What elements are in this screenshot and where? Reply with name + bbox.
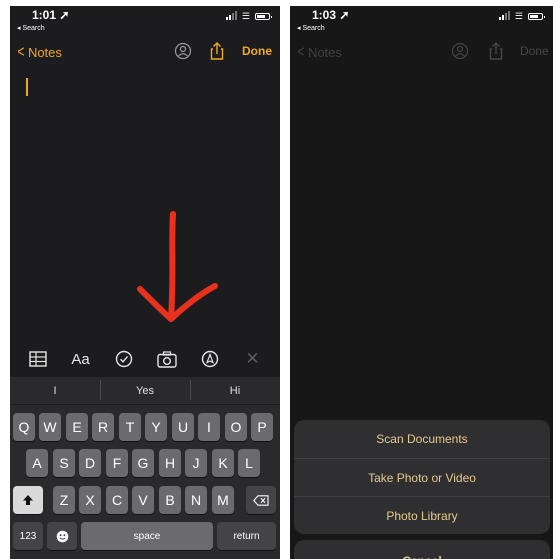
wifi-icon: ☰ [241,11,250,21]
done-button[interactable]: Done [242,44,272,58]
numbers-key[interactable]: 123 [13,522,43,550]
key-w[interactable]: W [39,413,61,441]
suggestion-item[interactable]: I [10,385,100,397]
battery-icon [528,12,545,20]
predictive-bar: I Yes Hi [10,377,280,405]
chevron-left-icon: < [297,42,305,61]
key-s[interactable]: S [53,449,75,477]
battery-icon [255,12,272,20]
key-a[interactable]: A [26,449,48,477]
share-icon[interactable] [486,41,506,61]
location-arrow-icon: ➚ [339,8,350,22]
attachment-menu-screen: 1:03 ➚ ◂ Search ☰ < Notes Done Scan Docu… [290,6,553,559]
emoji-icon [56,530,68,542]
back-to-notes-button[interactable]: < Notes [16,42,62,62]
key-j[interactable]: J [185,449,207,477]
camera-icon[interactable] [155,347,179,371]
checklist-icon[interactable] [112,347,136,371]
emoji-key[interactable] [47,522,77,550]
keyboard: I Yes Hi Q W E R T Y U I O P A S D F G H… [10,377,280,559]
take-photo-or-video-option[interactable]: Take Photo or Video [294,458,550,496]
key-e[interactable]: E [66,413,88,441]
navigation-bar: < Notes Done [290,38,553,68]
key-g[interactable]: G [132,449,154,477]
space-bar[interactable]: space [81,522,213,550]
back-to-app-link[interactable]: ◂ Search [297,24,325,32]
key-k[interactable]: K [212,449,234,477]
signal-icon [225,11,237,20]
add-people-icon[interactable] [450,41,470,61]
key-m[interactable]: M [212,486,234,514]
key-b[interactable]: B [159,486,181,514]
back-button-label: Notes [27,44,62,60]
close-icon[interactable]: ✕ [241,347,265,371]
photo-library-option[interactable]: Photo Library [294,496,550,534]
suggestion-item[interactable]: Yes [100,379,190,400]
key-d[interactable]: D [79,449,101,477]
key-i[interactable]: I [198,413,220,441]
delete-key[interactable] [246,486,276,514]
share-icon[interactable] [207,41,227,61]
key-u[interactable]: U [172,413,194,441]
scan-documents-option[interactable]: Scan Documents [294,420,550,458]
key-n[interactable]: N [185,486,207,514]
key-z[interactable]: Z [53,486,75,514]
back-to-app-link[interactable]: ◂ Search [17,24,45,32]
back-to-notes-button[interactable]: < Notes [296,42,342,62]
notes-editor-screen: 1:01 ➚ ◂ Search ☰ < Notes Done Aa ✕ I Ye… [10,6,280,559]
signal-icon [498,11,510,20]
key-h[interactable]: H [159,449,181,477]
key-o[interactable]: O [225,413,247,441]
chevron-left-icon: < [17,42,25,61]
location-arrow-icon: ➚ [59,8,70,22]
backspace-icon [253,494,269,506]
add-people-icon[interactable] [173,41,193,61]
status-bar: 1:01 ➚ ◂ Search ☰ [10,6,280,40]
key-y[interactable]: Y [145,413,167,441]
status-time: 1:01 ➚ [32,8,70,22]
shift-arrow-icon [23,495,33,505]
cancel-button[interactable]: Cancel [294,540,550,559]
format-toolbar: Aa ✕ [10,341,280,377]
shift-key[interactable] [13,486,43,514]
key-p[interactable]: P [251,413,273,441]
navigation-bar: < Notes Done [10,38,280,68]
key-t[interactable]: T [119,413,141,441]
key-f[interactable]: F [106,449,128,477]
action-sheet: Scan Documents Take Photo or Video Photo… [294,420,550,534]
text-format-button[interactable]: Aa [69,347,93,371]
red-arrow-annotation [137,211,218,322]
table-icon[interactable] [26,347,50,371]
done-button[interactable]: Done [520,44,549,58]
status-bar: 1:03 ➚ ◂ Search ☰ [290,6,553,40]
key-x[interactable]: X [79,486,101,514]
key-v[interactable]: V [132,486,154,514]
wifi-icon: ☰ [514,11,523,21]
key-l[interactable]: L [238,449,260,477]
status-time: 1:03 ➚ [312,8,350,22]
return-key[interactable]: return [217,522,276,550]
suggestion-item[interactable]: Hi [190,379,280,400]
key-q[interactable]: Q [13,413,35,441]
markup-pen-icon[interactable] [198,347,222,371]
text-cursor [26,78,28,96]
back-button-label: Notes [307,44,342,60]
key-c[interactable]: C [106,486,128,514]
key-r[interactable]: R [92,413,114,441]
